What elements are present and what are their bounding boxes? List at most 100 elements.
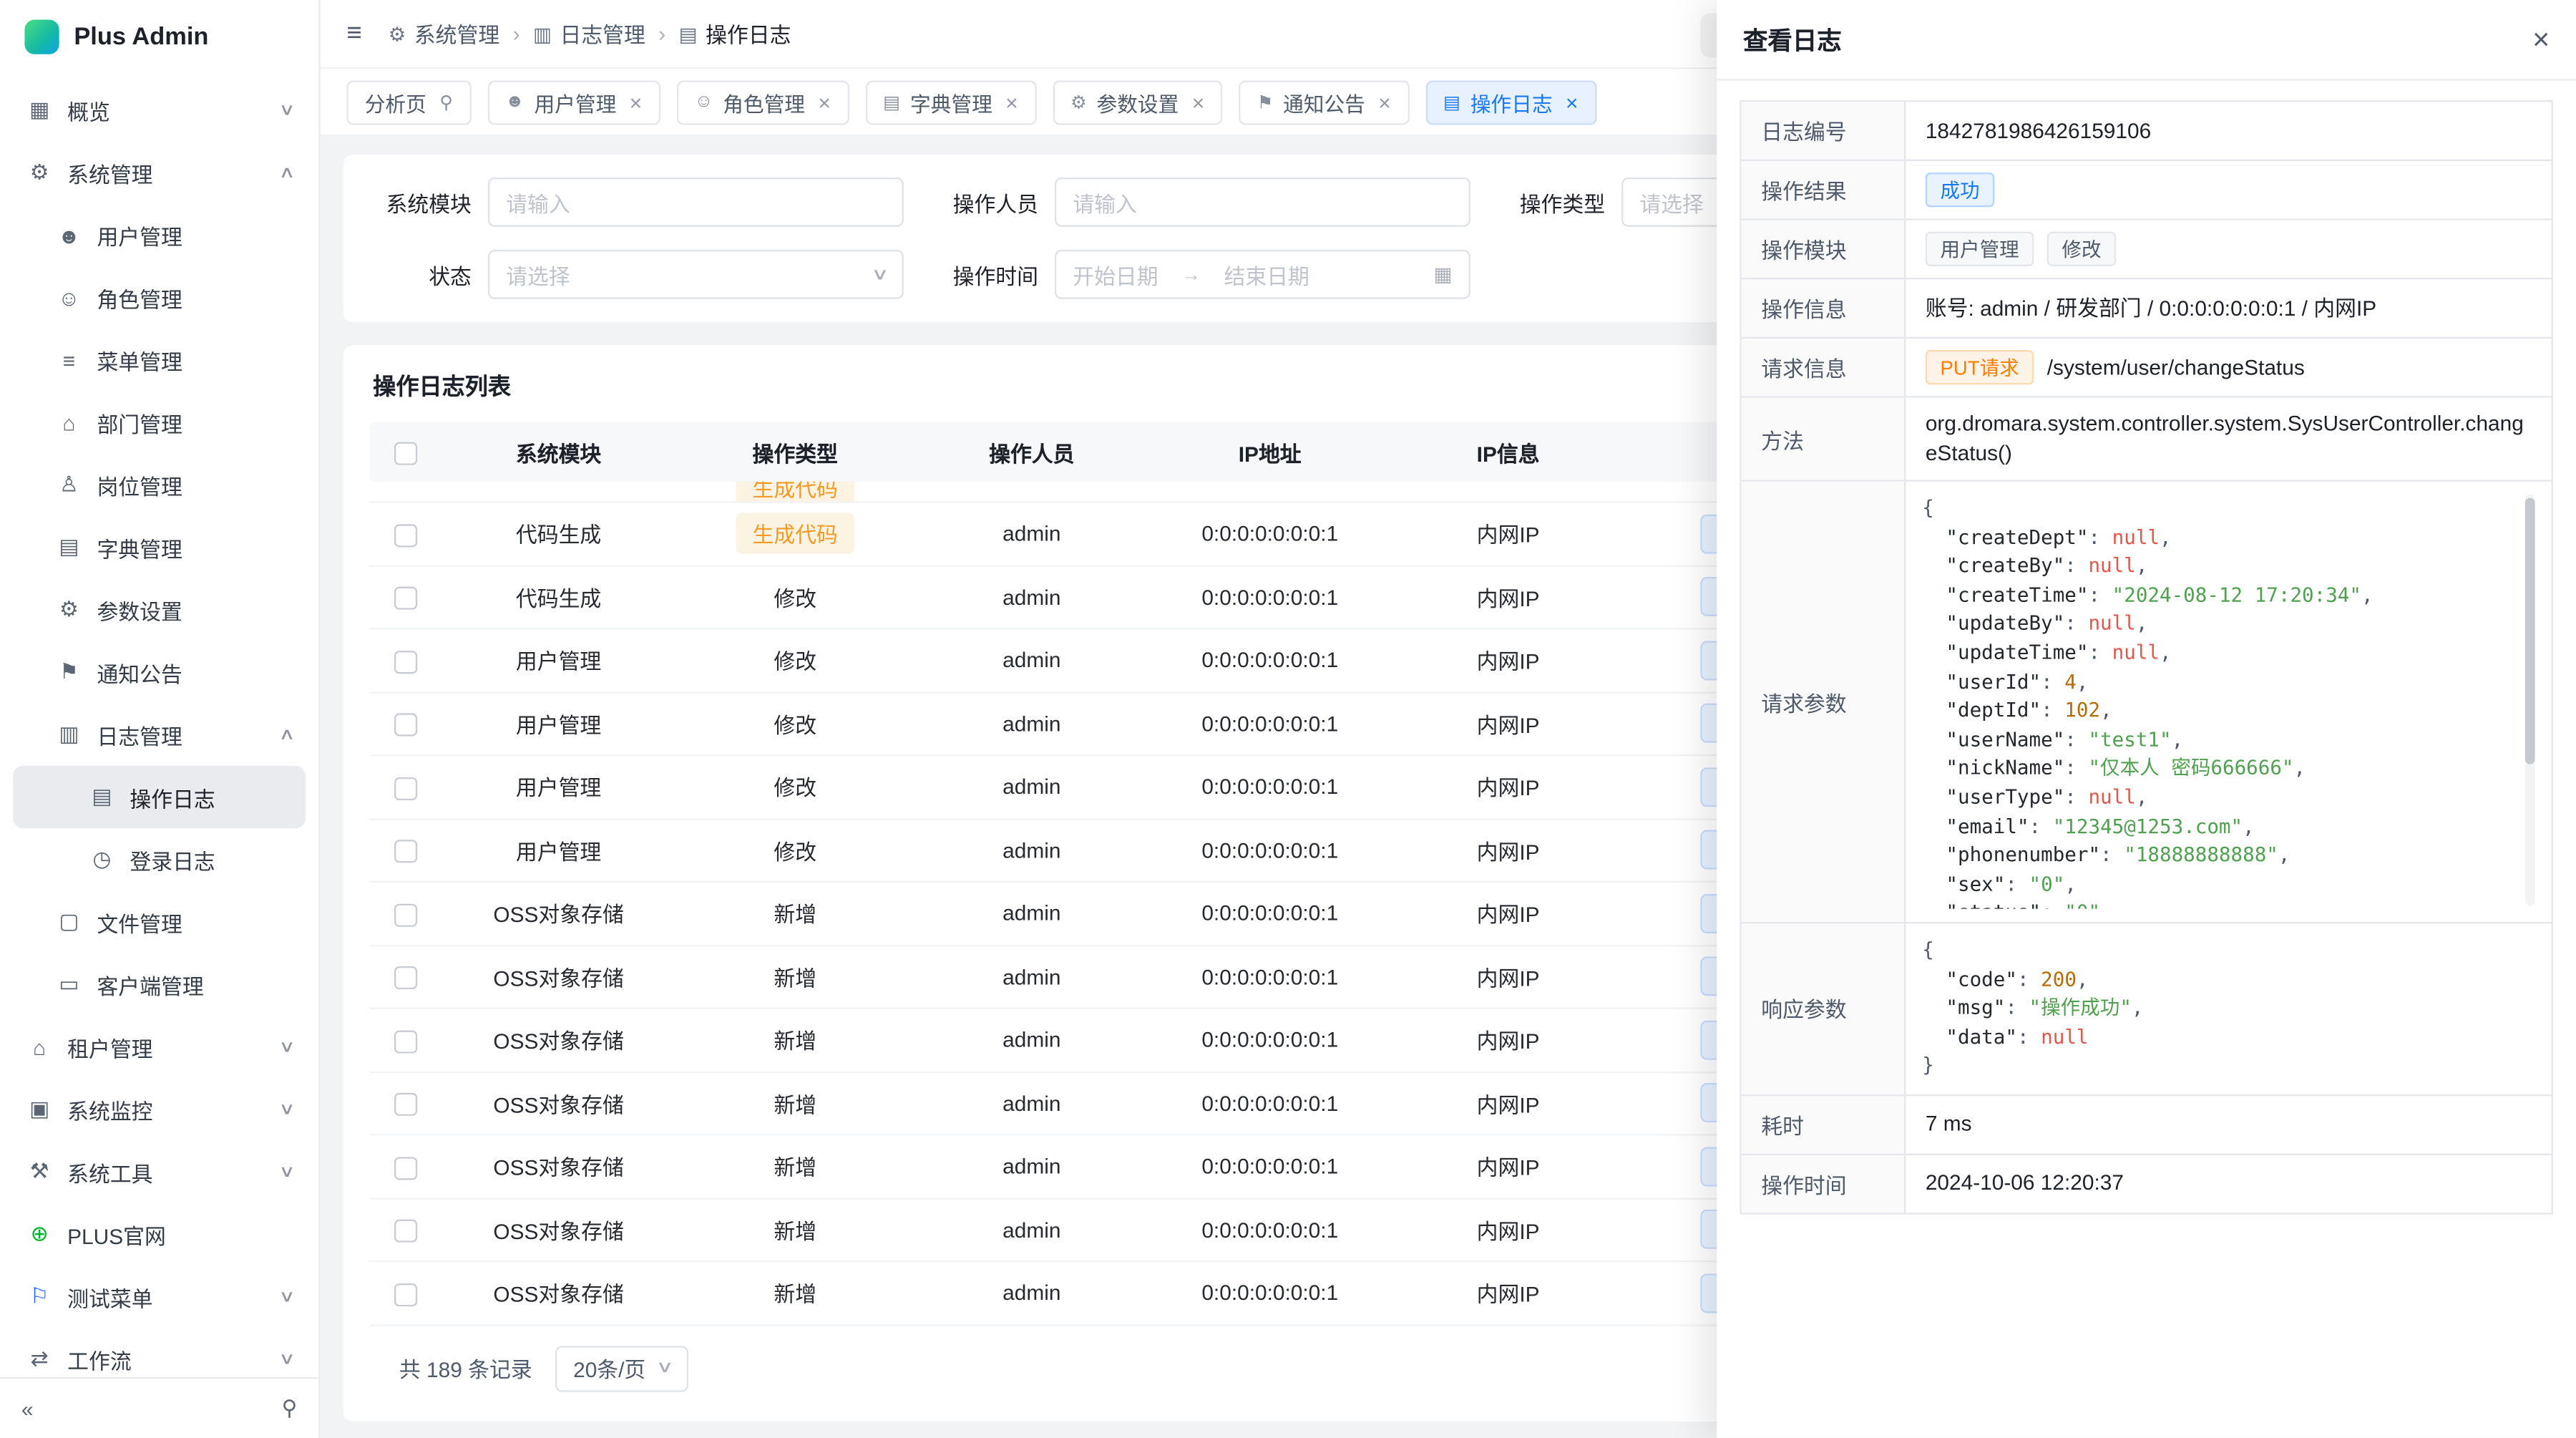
row-checkbox[interactable] <box>394 1093 417 1116</box>
param-setting-icon: ⚙ <box>1070 91 1087 112</box>
row-checkbox[interactable] <box>394 1220 417 1243</box>
row-checkbox[interactable] <box>394 777 417 800</box>
close-icon[interactable]: × <box>1005 89 1018 114</box>
detail-row-result: 操作结果 成功 <box>1742 161 2552 220</box>
detail-row-resp-params: 响应参数 { "code": 200, "msg": "操作成功", "data… <box>1742 923 2552 1096</box>
sidebar-item-test-menu[interactable]: ⚐ 测试菜单 ∨ <box>13 1265 306 1328</box>
tab-role-manage[interactable]: ☺ 角色管理 × <box>676 79 849 124</box>
log-manage-icon: ▥ <box>533 22 552 45</box>
row-checkbox[interactable] <box>394 650 417 673</box>
sidebar-item-dept-manage[interactable]: ⌂ 部门管理 <box>13 391 306 453</box>
workflow-icon: ⇄ <box>26 1346 53 1372</box>
sidebar-item-monitor[interactable]: ▣ 系统监控 ∨ <box>13 1078 306 1140</box>
cell-oper-type: 新增 <box>757 1082 833 1123</box>
tenant-manage-icon: ⌂ <box>26 1034 53 1059</box>
chevron-down-icon: ∨ <box>278 1162 295 1180</box>
app-logo[interactable]: Plus Admin <box>0 0 318 72</box>
chevron-down-icon: ∨ <box>278 1100 295 1118</box>
drawer-header: 查看日志 × <box>1717 0 2576 81</box>
cell-system-module: OSS对象存储 <box>442 1151 675 1182</box>
notice-icon: ⚑ <box>56 659 82 686</box>
test-icon: ⚐ <box>26 1283 53 1310</box>
close-icon[interactable]: × <box>1192 89 1204 114</box>
tab-analysis[interactable]: 分析页 ⚲ <box>346 79 471 124</box>
status-select[interactable]: 请选择 ∨ <box>488 250 904 299</box>
cell-ip-info: 内网IP <box>1392 1278 1625 1309</box>
tab-param-setting[interactable]: ⚙ 参数设置 × <box>1053 79 1223 124</box>
pin-icon[interactable]: ⚲ <box>439 91 453 112</box>
sidebar-item-log-manage[interactable]: ▥ 日志管理 ∧ <box>13 704 306 766</box>
dict-manage-icon: ▤ <box>56 534 82 560</box>
tab-notice[interactable]: ⚑ 通知公告 × <box>1239 79 1409 124</box>
row-checkbox[interactable] <box>394 1029 417 1052</box>
oper-log-icon: ▤ <box>89 784 115 810</box>
status-badge: 成功 <box>1926 173 1994 207</box>
close-icon[interactable]: × <box>818 89 830 114</box>
sidebar-item-overview[interactable]: ▦ 概览 ∨ <box>13 79 306 141</box>
tab-dict-manage[interactable]: ▤ 字典管理 × <box>865 79 1036 124</box>
breadcrumb-item-log-manage[interactable]: ▥ 日志管理 <box>533 18 645 49</box>
close-icon[interactable]: × <box>1378 89 1390 114</box>
cell-ip-info: 内网IP <box>1392 771 1625 802</box>
sidebar-item-dict-manage[interactable]: ▤ 字典管理 <box>13 516 306 578</box>
sidebar-item-oper-log[interactable]: ▤ 操作日志 <box>13 766 306 828</box>
tab-user-manage[interactable]: ☻ 用户管理 × <box>487 79 660 124</box>
cell-ip-address: 0:0:0:0:0:0:0:1 <box>1148 964 1392 988</box>
chevron-up-icon: ∧ <box>278 726 295 744</box>
row-checkbox[interactable] <box>394 523 417 546</box>
sidebar-item-file-manage[interactable]: ▢ 文件管理 <box>13 890 306 953</box>
col-system-module: 系统模块 <box>442 437 675 468</box>
collapse-icon[interactable]: « <box>21 1396 34 1420</box>
cell-ip-address: 0:0:0:0:0:0:0:1 <box>1148 1281 1392 1305</box>
cell-system-module: 用户管理 <box>442 771 675 802</box>
cell-ip-address: 0:0:0:0:0:0:0:1 <box>1148 837 1392 862</box>
close-icon[interactable]: × <box>1566 89 1578 114</box>
cell-ip-info: 内网IP <box>1392 1151 1625 1182</box>
sidebar-item-tools[interactable]: ⚒ 系统工具 ∨ <box>13 1140 306 1203</box>
page-size-select[interactable]: 20条/页 ∨ <box>555 1345 689 1391</box>
row-checkbox[interactable] <box>394 587 417 610</box>
sidebar-item-plus-site[interactable]: ⊕ PLUS官网 <box>13 1203 306 1265</box>
breadcrumb-item-oper-log[interactable]: ▤ 操作日志 <box>679 18 791 49</box>
row-checkbox[interactable] <box>394 903 417 926</box>
operator-input[interactable]: 请输入 <box>1055 178 1470 227</box>
row-checkbox[interactable] <box>394 1283 417 1306</box>
file-manage-icon: ▢ <box>56 909 82 936</box>
cell-operator: admin <box>915 1218 1148 1242</box>
chevron-down-icon: ∨ <box>278 101 295 119</box>
chevron-down-icon: ∨ <box>278 1038 295 1056</box>
select-all-checkbox[interactable] <box>394 442 417 465</box>
row-checkbox[interactable] <box>394 966 417 989</box>
sidebar-item-workflow[interactable]: ⇄ 工作流 ∨ <box>13 1328 306 1377</box>
close-icon[interactable]: × <box>2532 24 2550 54</box>
hamburger-icon[interactable]: ≡ <box>346 19 361 48</box>
scrollbar-thumb[interactable] <box>2525 498 2535 764</box>
sidebar-item-tenant-manage[interactable]: ⌂ 租户管理 ∨ <box>13 1016 306 1078</box>
cell-oper-type: 新增 <box>757 1019 833 1060</box>
system-module-input[interactable]: 请输入 <box>488 178 904 227</box>
sidebar-item-login-log[interactable]: ◷ 登录日志 <box>13 828 306 890</box>
col-ip-address: IP地址 <box>1148 437 1392 468</box>
date-range-picker[interactable]: 开始日期 → 结束日期 ▦ <box>1055 250 1470 299</box>
sidebar-item-param-setting[interactable]: ⚙ 参数设置 <box>13 578 306 641</box>
tab-oper-log[interactable]: ▤ 操作日志 × <box>1425 79 1596 124</box>
breadcrumb-item-system-manage[interactable]: ⚙ 系统管理 <box>389 18 500 49</box>
close-icon[interactable]: × <box>630 89 642 114</box>
sidebar-item-menu-manage[interactable]: ≡ 菜单管理 <box>13 329 306 391</box>
cell-system-module: 用户管理 <box>442 645 675 676</box>
sidebar-item-system-manage[interactable]: ⚙ 系统管理 ∧ <box>13 141 306 203</box>
sidebar-item-notice[interactable]: ⚑ 通知公告 <box>13 641 306 703</box>
sidebar-item-user-manage[interactable]: ☻ 用户管理 <box>13 204 306 266</box>
row-checkbox[interactable] <box>394 714 417 737</box>
pin-icon[interactable]: ⚲ <box>282 1395 298 1422</box>
sidebar-item-client-manage[interactable]: ▭ 客户端管理 <box>13 953 306 1016</box>
sidebar-item-post-manage[interactable]: ♙ 岗位管理 <box>13 454 306 516</box>
sidebar-item-role-manage[interactable]: ☺ 角色管理 <box>13 266 306 329</box>
col-ip-info: IP信息 <box>1392 437 1625 468</box>
row-checkbox[interactable] <box>394 840 417 863</box>
row-checkbox[interactable] <box>394 1156 417 1179</box>
cell-ip-address: 0:0:0:0:0:0:0:1 <box>1148 585 1392 609</box>
chevron-up-icon: ∧ <box>278 163 295 181</box>
request-url: /system/user/changeStatus <box>2047 352 2305 382</box>
system-manage-icon: ⚙ <box>26 160 53 186</box>
